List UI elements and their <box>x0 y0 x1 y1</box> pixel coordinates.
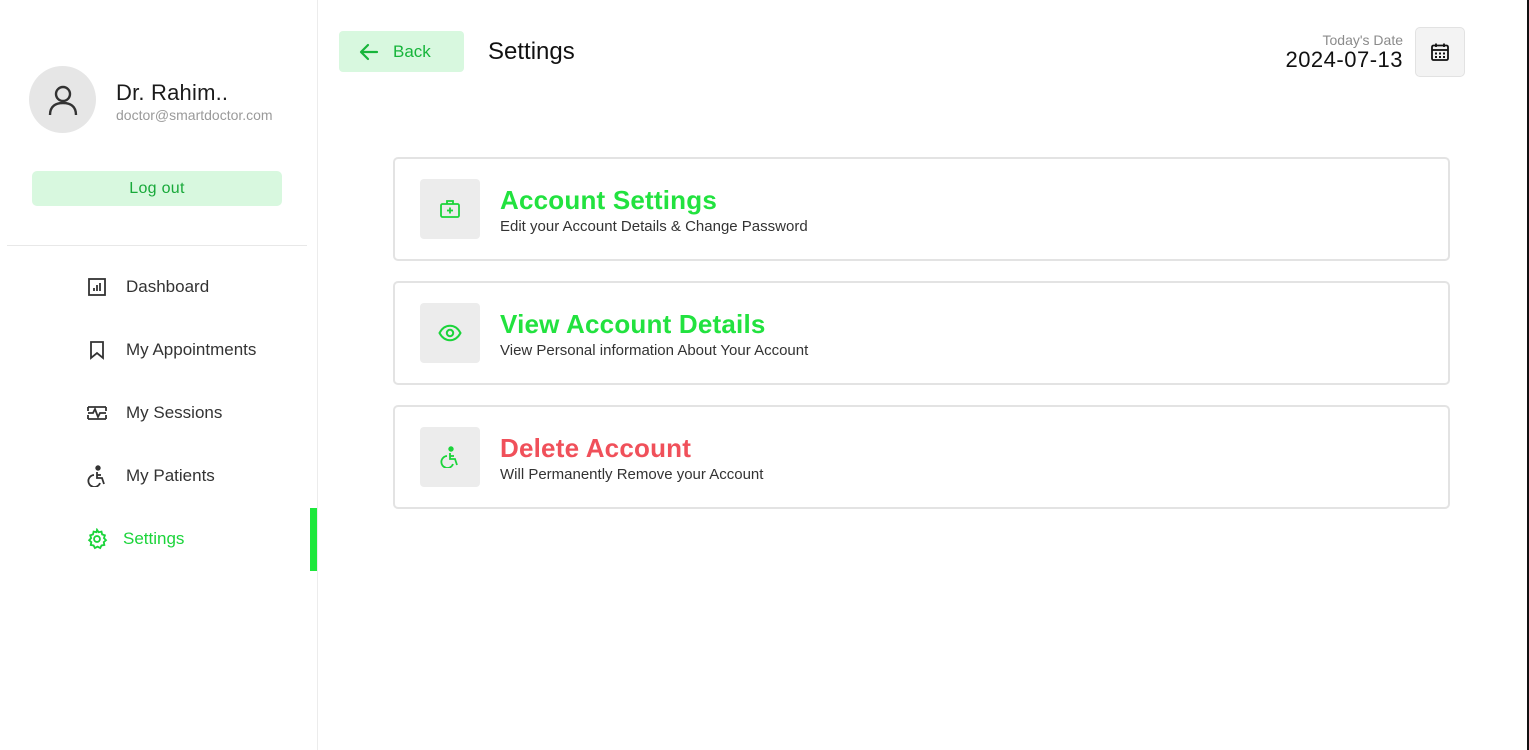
sidebar-item-sessions[interactable]: My Sessions <box>86 398 222 428</box>
calendar-icon <box>1431 43 1449 61</box>
sidebar-item-label: My Sessions <box>126 403 223 422</box>
card-title: View Account Details <box>500 309 766 339</box>
doctor-name: Dr. Rahim.. <box>116 80 229 105</box>
sidebar-item-label: Dashboard <box>126 277 210 296</box>
sidebar-item-label: My Appointments <box>126 340 257 359</box>
back-button[interactable]: Back <box>339 31 464 72</box>
sidebar-item-appointments[interactable]: My Appointments <box>86 335 256 365</box>
arrow-left-icon <box>359 43 379 60</box>
sessions-icon <box>86 402 108 424</box>
wheelchair-icon <box>86 465 108 487</box>
doctor-email: doctor@smartdoctor.com <box>116 107 273 123</box>
sidebar-item-patients[interactable]: My Patients <box>86 461 215 491</box>
card-icon-box <box>420 427 480 487</box>
wheelchair-icon <box>440 446 458 468</box>
active-indicator <box>310 508 317 571</box>
bookmark-icon <box>86 339 108 361</box>
sidebar-divider <box>7 245 307 246</box>
sidebar: Dr. Rahim.. doctor@smartdoctor.com Log o… <box>0 0 318 750</box>
delete-account-card[interactable]: Delete Account Will Permanently Remove y… <box>393 405 1450 509</box>
card-title: Delete Account <box>500 433 692 463</box>
account-settings-card[interactable]: Account Settings Edit your Account Detai… <box>393 157 1450 261</box>
sidebar-item-label: My Patients <box>126 466 215 485</box>
page-title: Settings <box>488 38 575 65</box>
sidebar-item-settings[interactable]: Settings <box>86 524 184 554</box>
sidebar-item-label: Settings <box>123 529 185 548</box>
view-account-details-card[interactable]: View Account Details View Personal infor… <box>393 281 1450 385</box>
back-label: Back <box>393 41 431 61</box>
card-icon-box <box>420 303 480 363</box>
calendar-button[interactable] <box>1415 27 1465 77</box>
card-title: Account Settings <box>500 185 717 215</box>
medical-bag-icon <box>440 200 460 218</box>
card-subtitle: Will Permanently Remove your Account <box>500 466 764 483</box>
eye-icon <box>438 324 462 342</box>
card-icon-box <box>420 179 480 239</box>
card-subtitle: Edit your Account Details & Change Passw… <box>500 218 808 235</box>
logout-button[interactable]: Log out <box>32 171 282 206</box>
user-icon <box>48 85 77 115</box>
card-subtitle: View Personal information About Your Acc… <box>500 342 809 359</box>
date-label: Today's Date <box>1322 32 1404 48</box>
profile: Dr. Rahim.. doctor@smartdoctor.com <box>29 66 309 134</box>
date-value: 2024-07-13 <box>1285 47 1403 72</box>
avatar <box>29 66 96 133</box>
dashboard-icon <box>86 276 108 298</box>
sidebar-item-dashboard[interactable]: Dashboard <box>86 272 209 302</box>
gear-icon <box>86 528 108 550</box>
